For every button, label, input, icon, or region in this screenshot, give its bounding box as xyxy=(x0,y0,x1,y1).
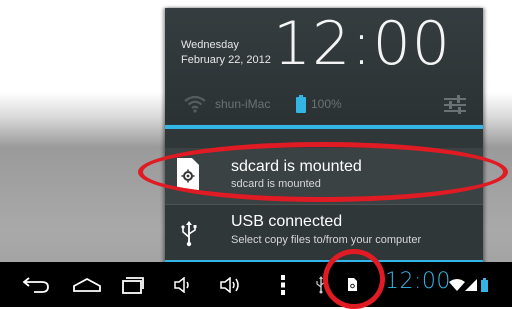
signal-icon xyxy=(464,262,478,307)
weekday-label: Wednesday xyxy=(181,39,239,51)
notification-title: USB connected xyxy=(231,213,343,230)
network-name: shun-iMac xyxy=(215,97,271,111)
wifi-icon xyxy=(183,95,207,118)
volume-down-icon[interactable] xyxy=(170,262,196,307)
shade-header: Wednesday February 22, 2012 12:00 shun-i… xyxy=(165,8,483,124)
battery-icon xyxy=(478,262,490,307)
home-icon[interactable] xyxy=(70,262,104,307)
date-label: February 22, 2012 xyxy=(181,54,271,66)
notification-shade: Wednesday February 22, 2012 12:00 shun-i… xyxy=(165,8,483,265)
header-clock: 12:00 xyxy=(273,9,451,79)
volume-up-icon[interactable] xyxy=(216,262,246,307)
menu-icon[interactable] xyxy=(276,262,290,307)
header-divider xyxy=(165,125,483,129)
battery-icon xyxy=(296,95,306,118)
recent-apps-icon[interactable] xyxy=(118,262,148,307)
system-bar: 12:00 xyxy=(0,262,512,307)
annotation-circle-status-icon xyxy=(323,249,385,309)
usb-icon xyxy=(181,221,197,252)
notification-subtitle: Select copy files to/from your computer xyxy=(231,234,422,246)
status-bar-clock: 12:00 xyxy=(385,269,451,294)
notification-usb[interactable]: USB connected Select copy files to/from … xyxy=(165,205,483,265)
battery-percent: 100% xyxy=(311,97,342,111)
back-icon[interactable] xyxy=(18,262,54,307)
quick-settings-icon[interactable] xyxy=(444,94,466,119)
annotation-circle-notification xyxy=(138,142,508,202)
